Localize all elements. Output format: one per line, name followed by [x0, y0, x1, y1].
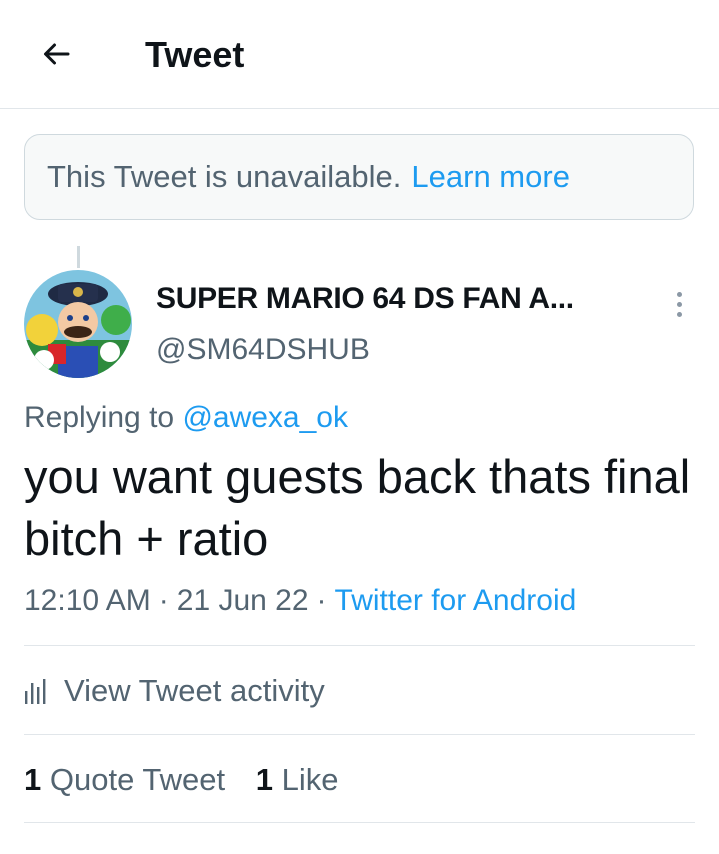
bar-chart-icon — [24, 676, 50, 706]
quote-label: Quote Tweet — [49, 762, 226, 797]
view-tweet-activity-button[interactable]: View Tweet activity — [24, 668, 325, 714]
replying-to: Replying to @awexa_ok — [24, 399, 348, 437]
quote-tweets-link[interactable]: 1 Quote Tweet — [24, 762, 225, 797]
more-dot — [676, 291, 682, 297]
like-count: 1 — [255, 762, 273, 797]
divider — [24, 734, 695, 735]
activity-label: View Tweet activity — [64, 673, 325, 708]
top-app-bar: Tweet — [0, 0, 719, 109]
learn-more-link[interactable]: Learn more — [411, 159, 570, 195]
tweet-stats: 1 Quote Tweet 1 Like — [24, 760, 360, 800]
replying-prefix: Replying to — [24, 401, 175, 434]
like-label: Like — [281, 762, 339, 797]
tweet-text: you want guests back thats final bitch +… — [24, 450, 691, 565]
author-handle[interactable]: @SM64DSHUB — [156, 332, 370, 368]
reply-mention-link[interactable]: @awexa_ok — [182, 401, 348, 434]
back-button[interactable] — [36, 34, 76, 74]
tweet-source-link[interactable]: Twitter for Android — [335, 584, 577, 617]
tweet-meta: 12:10 AM · 21 Jun 22 · Twitter for Android — [24, 581, 576, 621]
avatar-image — [24, 270, 132, 378]
meta-separator: · — [158, 584, 169, 617]
author-display-name[interactable]: SUPER MARIO 64 DS FAN A... — [156, 281, 574, 317]
more-dot — [676, 311, 682, 317]
unavailable-text: This Tweet is unavailable. — [47, 159, 402, 194]
more-dot — [676, 301, 682, 307]
meta-separator: · — [316, 584, 327, 617]
tweet-time[interactable]: 12:10 AM — [24, 584, 151, 617]
thread-connector-line — [77, 246, 80, 268]
unavailable-tweet-notice: This Tweet is unavailable. Learn more — [24, 134, 694, 220]
page-title: Tweet — [145, 34, 245, 75]
likes-link[interactable]: 1 Like — [256, 762, 339, 797]
quote-count: 1 — [24, 762, 42, 797]
arrow-left-icon — [44, 43, 70, 65]
avatar[interactable] — [24, 270, 132, 378]
more-options-button[interactable] — [664, 286, 694, 322]
divider — [24, 645, 695, 646]
tweet-date[interactable]: 21 Jun 22 — [177, 584, 309, 617]
divider — [24, 822, 695, 823]
